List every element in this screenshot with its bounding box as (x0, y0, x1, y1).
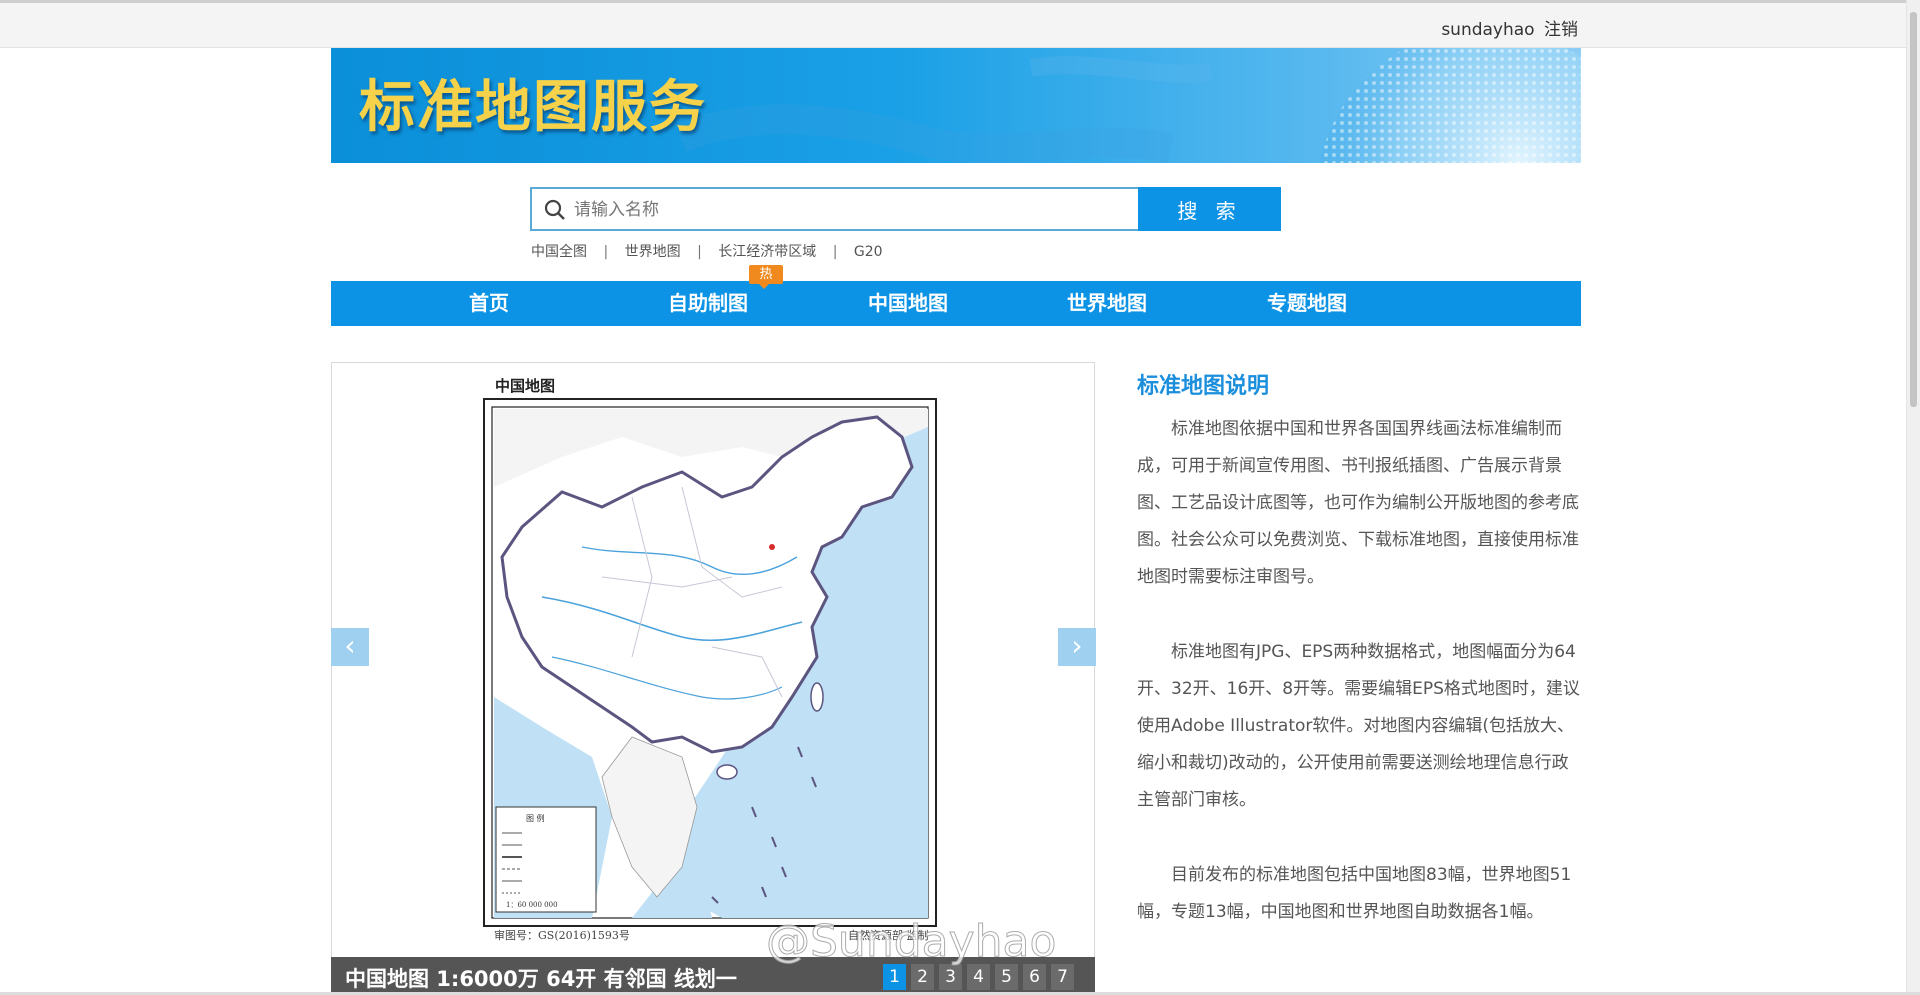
carousel-next-button[interactable]: › (1058, 628, 1096, 666)
nav-item-thematic-map[interactable]: 专题地图 (1247, 281, 1367, 326)
carousel-pager: 1234567 (883, 964, 1079, 990)
china-map-image[interactable]: 图 例 1：60 000 000 (482, 397, 938, 928)
page-scrollbar[interactable] (1906, 0, 1920, 995)
map-scale: 1：60 000 000 (506, 901, 558, 909)
quick-links: 中国全图 | 世界地图 | 长江经济带区域 | G20 (531, 241, 883, 261)
main-nav: 首页 自助制图 中国地图 世界地图 专题地图 (331, 281, 1581, 326)
carousel-caption[interactable]: 中国地图 1:6000万 64开 有邻国 线划一 (345, 963, 737, 993)
weibo-watermark: @Sundayhao (765, 916, 1057, 968)
pager-page-1[interactable]: 1 (883, 964, 906, 990)
search-input[interactable] (572, 193, 1136, 227)
logout-link[interactable]: 注销 (1544, 20, 1578, 40)
quick-link-separator: | (603, 244, 609, 260)
nav-item-home[interactable]: 首页 (429, 281, 549, 326)
quick-link-separator: | (697, 244, 702, 260)
search-button[interactable]: 搜 索 (1138, 187, 1281, 231)
site-logo-text[interactable]: 标准地图服务 (359, 62, 707, 143)
map-title: 中国地图 (495, 377, 556, 395)
carousel-prev-button[interactable]: ‹ (331, 628, 369, 666)
description-paragraph-1: 标准地图依据中国和世界各国国界线画法标准编制而成，可用于新闻宣传用图、书刊报纸插… (1137, 419, 1579, 587)
nav-item-world-map[interactable]: 世界地图 (1047, 281, 1167, 326)
search-box (530, 187, 1140, 231)
description-title: 标准地图说明 (1137, 374, 1270, 399)
scrollbar-thumb[interactable] (1910, 12, 1917, 407)
pager-page-6[interactable]: 6 (1023, 964, 1046, 990)
map-carousel: 中国地图 图 例 1：60 000 000 审图号：GS(2016)1593号 … (331, 362, 1095, 995)
nav-item-china-map[interactable]: 中国地图 (848, 281, 968, 326)
hot-badge: 热 (749, 265, 783, 289)
pager-page-4[interactable]: 4 (967, 964, 990, 990)
chevron-right-icon: › (1071, 629, 1083, 662)
top-user-bar: sundayhao 注销 (0, 0, 1920, 48)
quick-link-yangtze[interactable]: 长江经济带区域 (718, 244, 816, 260)
pager-page-7[interactable]: 7 (1051, 964, 1074, 990)
quick-link-china[interactable]: 中国全图 (531, 244, 587, 260)
map-approval-number: 审图号：GS(2016)1593号 (494, 929, 630, 942)
description-paragraph-3: 目前发布的标准地图包括中国地图83幅，世界地图51幅，专题13幅，中国地图和世界… (1137, 865, 1572, 922)
pager-page-3[interactable]: 3 (939, 964, 962, 990)
description-paragraph-2: 标准地图有JPG、EPS两种数据格式，地图幅面分为64开、32开、16开、8开等… (1137, 642, 1580, 810)
user-area: sundayhao 注销 (1441, 15, 1578, 40)
search-icon (544, 199, 565, 220)
nav-item-self-mapping[interactable]: 自助制图 (648, 281, 768, 326)
username-link[interactable]: sundayhao (1441, 20, 1534, 40)
quick-link-g20[interactable]: G20 (854, 244, 883, 260)
map-legend-title: 图 例 (526, 813, 545, 823)
pager-page-2[interactable]: 2 (911, 964, 934, 990)
chevron-left-icon: ‹ (344, 629, 356, 662)
quick-link-world[interactable]: 世界地图 (625, 244, 681, 260)
pager-page-5[interactable]: 5 (995, 964, 1018, 990)
quick-link-separator: | (832, 244, 838, 260)
site-banner: 标准地图服务 (331, 48, 1581, 163)
